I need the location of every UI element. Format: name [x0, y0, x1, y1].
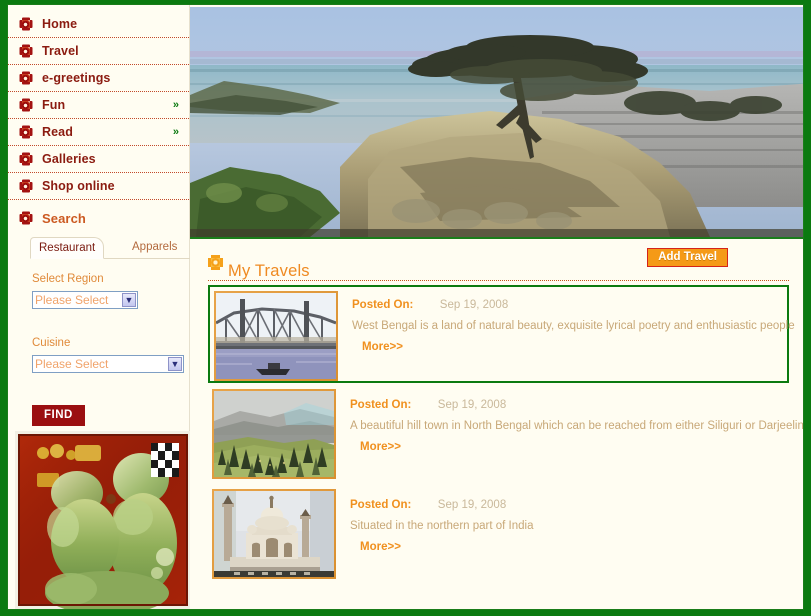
sidebar-item-label: Galleries — [42, 152, 96, 166]
hero-banner — [190, 7, 803, 239]
add-travel-button[interactable]: Add Travel — [647, 248, 728, 267]
travel-thumbnail-frame[interactable] — [212, 489, 336, 579]
more-link[interactable]: More>> — [360, 441, 401, 453]
posted-line: Posted On: Sep 19, 2008 — [350, 495, 785, 513]
sidebar-item-galleries[interactable]: Galleries — [8, 146, 189, 173]
content-area: My Travels Add Travel Posted On: Sep 19,… — [190, 241, 803, 609]
page-frame: Home Travel e-greetings Fun » Read » Gal… — [0, 0, 811, 616]
cuisine-select[interactable]: Please Select — [32, 355, 184, 373]
sidebar: Home Travel e-greetings Fun » Read » Gal… — [8, 5, 191, 609]
sidebar-item-e-greetings[interactable]: e-greetings — [8, 65, 189, 92]
gear-icon — [20, 180, 31, 192]
sidebar-artwork — [15, 431, 191, 609]
travel-description: West Bengal is a land of natural beauty,… — [352, 320, 795, 332]
sidebar-item-fun[interactable]: Fun » — [8, 92, 189, 119]
folk-art-painting-image — [15, 431, 191, 609]
sidebar-item-label: Travel — [42, 44, 79, 58]
gear-icon — [20, 99, 31, 111]
chevron-right-icon: » — [172, 98, 179, 111]
gear-icon — [20, 45, 31, 57]
travel-thumbnail-frame[interactable] — [212, 389, 336, 479]
more-link[interactable]: More>> — [362, 341, 403, 353]
howrah-bridge-thumbnail — [216, 293, 336, 379]
region-select-wrapper: Please Select ▼ — [32, 291, 138, 309]
sidebar-item-label: Fun — [42, 98, 66, 112]
region-select[interactable]: Please Select — [32, 291, 138, 309]
find-button[interactable]: FIND — [32, 405, 85, 426]
travel-entry-row[interactable]: Posted On: Sep 19, 2008 A beautiful hill… — [208, 385, 803, 483]
select-region-label: Select Region — [32, 273, 104, 285]
sidebar-item-label: Read — [42, 125, 73, 139]
sidebar-item-label: e-greetings — [42, 71, 111, 85]
search-tabs: Restaurant Apparels — [30, 237, 190, 259]
posted-line: Posted On: Sep 19, 2008 — [350, 395, 803, 413]
sidebar-item-travel[interactable]: Travel — [8, 38, 189, 65]
lone-cypress-banner-image — [190, 7, 803, 237]
posted-on-label: Posted On: — [350, 399, 412, 411]
sidebar-item-home[interactable]: Home — [8, 11, 189, 38]
more-link[interactable]: More>> — [360, 541, 401, 553]
sidebar-item-read[interactable]: Read » — [8, 119, 189, 146]
travel-entry-body: Posted On: Sep 19, 2008 Situated in the … — [336, 489, 785, 579]
posted-on-label: Posted On: — [350, 499, 412, 511]
restaurant-search-form: Select Region Please Select ▼ Cuisine Pl… — [8, 259, 189, 426]
posted-date: Sep 19, 2008 — [437, 499, 507, 511]
gear-icon — [20, 153, 31, 165]
gear-icon — [20, 72, 31, 84]
gear-icon — [20, 212, 31, 224]
page-layout: Home Travel e-greetings Fun » Read » Gal… — [8, 5, 803, 609]
posted-date: Sep 19, 2008 — [439, 299, 509, 311]
travel-description: A beautiful hill town in North Bengal wh… — [350, 420, 804, 432]
page-title: My Travels — [228, 262, 310, 281]
tab-restaurant[interactable]: Restaurant — [30, 237, 105, 259]
sidebar-item-shop-online[interactable]: Shop online — [8, 173, 189, 200]
tab-apparels[interactable]: Apparels — [124, 237, 186, 259]
gear-icon — [209, 256, 222, 269]
travel-entry-body: Posted On: Sep 19, 2008 A beautiful hill… — [336, 389, 804, 479]
sidebar-search-label: Search — [42, 210, 86, 226]
travel-entry-row[interactable]: Posted On: Sep 19, 2008 West Bengal is a… — [208, 285, 795, 383]
cuisine-label: Cuisine — [32, 337, 71, 349]
posted-date: Sep 19, 2008 — [437, 399, 507, 411]
cuisine-select-wrapper: Please Select ▼ — [32, 355, 184, 373]
travel-entry-row[interactable]: Posted On: Sep 19, 2008 Situated in the … — [208, 485, 789, 583]
posted-on-label: Posted On: — [352, 299, 414, 311]
travel-entries-list: Posted On: Sep 19, 2008 West Bengal is a… — [208, 285, 803, 583]
main-column: My Travels Add Travel Posted On: Sep 19,… — [190, 5, 803, 609]
main-navigation: Home Travel e-greetings Fun » Read » Gal… — [8, 5, 189, 233]
content-header: My Travels Add Travel — [208, 247, 789, 281]
hill-town-valley-thumbnail — [214, 391, 334, 477]
gear-icon — [20, 18, 31, 30]
sidebar-item-label: Home — [42, 17, 78, 31]
chevron-right-icon: » — [172, 125, 179, 138]
posted-line: Posted On: Sep 19, 2008 — [352, 295, 795, 313]
travel-description: Situated in the northern part of India — [350, 520, 534, 532]
travel-entry-body: Posted On: Sep 19, 2008 West Bengal is a… — [338, 289, 795, 379]
sidebar-item-search[interactable]: Search — [8, 203, 189, 233]
taj-mahal-thumbnail — [214, 491, 334, 577]
gear-icon — [20, 126, 31, 138]
travel-thumbnail-frame[interactable] — [214, 291, 338, 381]
inner-frame: Home Travel e-greetings Fun » Read » Gal… — [7, 4, 804, 610]
sidebar-item-label: Shop online — [42, 179, 115, 193]
